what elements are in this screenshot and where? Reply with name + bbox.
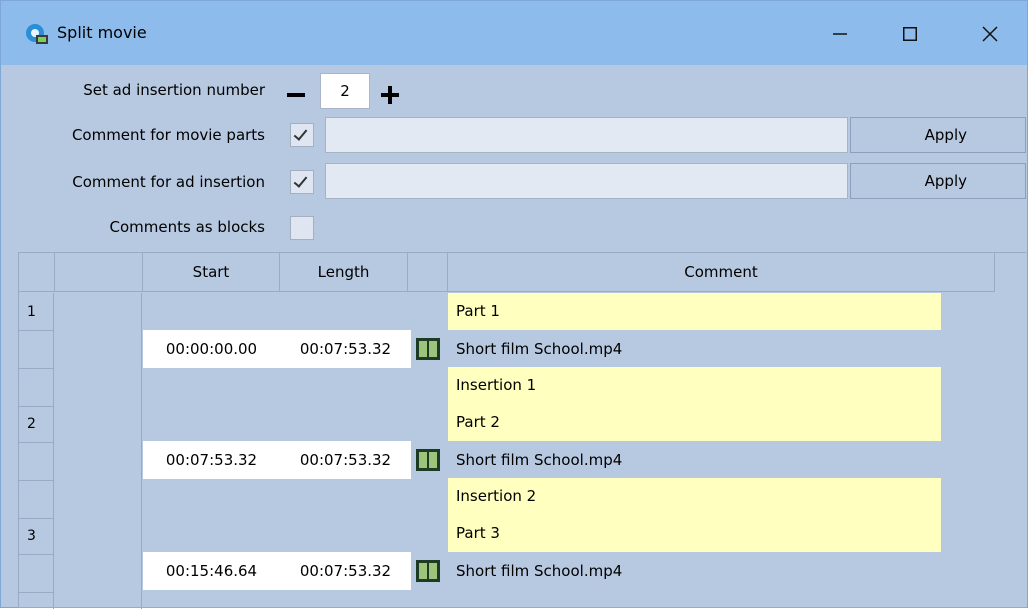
insertion-comment-cell[interactable]: Insertion 2 xyxy=(448,478,941,515)
ad-insertion-label: Set ad insertion number xyxy=(83,81,265,99)
icon-column-header xyxy=(408,253,448,292)
file-name-cell[interactable]: Short film School.mp4 xyxy=(448,552,941,590)
movie-parts-checkbox[interactable] xyxy=(290,123,314,147)
part-comment-cell[interactable]: Part 1 xyxy=(448,293,941,330)
movie-parts-comment-label: Comment for movie parts xyxy=(71,126,265,144)
minimize-icon xyxy=(833,33,847,35)
file-name-cell[interactable]: Short film School.mp4 xyxy=(448,441,941,479)
movie-parts-grid: Start Length Comment 1 Part 1 00:00:00.0… xyxy=(18,252,1026,609)
title-bar[interactable]: Split movie xyxy=(1,1,1027,65)
comment-column-header[interactable]: Comment xyxy=(448,253,995,292)
insertion-comment-cell[interactable]: Insertion 1 xyxy=(448,367,941,404)
start-time-cell[interactable]: 00:00:00.00 xyxy=(143,330,280,368)
row-number[interactable]: 2 xyxy=(19,405,54,443)
length-cell[interactable]: 00:07:53.32 xyxy=(280,330,411,368)
row-number-blank[interactable] xyxy=(19,443,54,481)
row-number[interactable]: 3 xyxy=(19,517,54,555)
part-comment-cell[interactable]: Part 2 xyxy=(448,404,941,441)
row-number-blank[interactable] xyxy=(19,331,54,369)
row-number-blank[interactable] xyxy=(19,555,54,593)
comments-as-blocks-label: Comments as blocks xyxy=(109,218,265,236)
length-cell[interactable]: 00:07:53.32 xyxy=(280,441,411,479)
length-column-header[interactable]: Length xyxy=(280,253,408,292)
close-icon xyxy=(982,26,998,42)
start-time-cell[interactable]: 00:15:46.64 xyxy=(143,552,280,590)
close-button[interactable] xyxy=(967,15,1013,53)
window-title: Split movie xyxy=(57,23,147,42)
movie-app-icon xyxy=(26,24,48,44)
film-icon xyxy=(416,449,440,471)
maximize-button[interactable] xyxy=(887,15,933,53)
ad-insertion-comment-label: Comment for ad insertion xyxy=(72,173,265,191)
start-column-header[interactable]: Start xyxy=(143,253,280,292)
film-icon xyxy=(416,560,440,582)
split-movie-window: Split movie Set ad insertion number 2 Co… xyxy=(0,0,1028,609)
minimize-button[interactable] xyxy=(817,15,863,53)
length-cell[interactable]: 00:07:53.32 xyxy=(280,552,411,590)
maximize-icon xyxy=(903,27,917,41)
increment-button[interactable] xyxy=(378,83,402,107)
ad-comment-checkbox[interactable] xyxy=(290,170,314,194)
ad-insertion-comment-input[interactable] xyxy=(325,163,848,199)
grid-corner-header xyxy=(19,253,55,292)
part-comment-cell[interactable]: Part 3 xyxy=(448,515,941,552)
ad-insertion-number-field[interactable]: 2 xyxy=(320,73,370,109)
decrement-button[interactable] xyxy=(284,83,308,107)
file-name-cell[interactable]: Short film School.mp4 xyxy=(448,330,941,368)
comments-as-blocks-checkbox[interactable] xyxy=(290,216,314,240)
grid-empty-header xyxy=(55,253,143,292)
start-time-cell[interactable]: 00:07:53.32 xyxy=(143,441,280,479)
row-number[interactable]: 1 xyxy=(19,293,54,331)
apply-movie-parts-button[interactable]: Apply xyxy=(850,117,1026,153)
grid-empty-column xyxy=(55,293,142,609)
row-number-blank[interactable] xyxy=(19,481,54,519)
movie-parts-comment-input[interactable] xyxy=(325,117,848,153)
row-number-blank[interactable] xyxy=(19,369,54,407)
apply-ad-insertion-button[interactable]: Apply xyxy=(850,163,1026,199)
film-icon xyxy=(416,338,440,360)
